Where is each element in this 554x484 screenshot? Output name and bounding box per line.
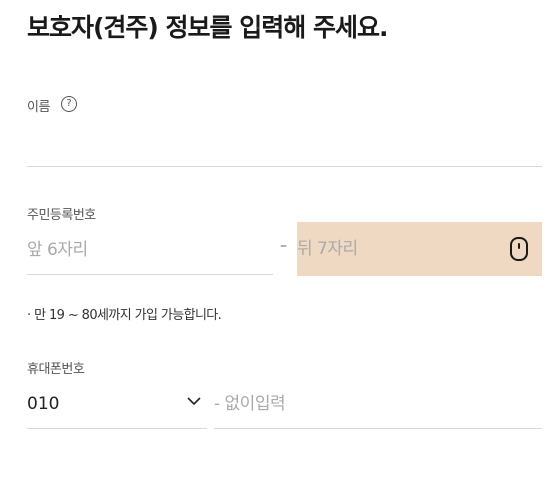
phone-prefix-value: 010 [27, 394, 60, 414]
resident-number-back-field[interactable] [297, 222, 542, 276]
page-title: 보호자(견주) 정보를 입력해 주세요. [27, 13, 388, 42]
age-notice: · 만 19 ~ 80세까지 가입 가능합니다. [27, 308, 222, 323]
question-circle-icon[interactable]: ? [61, 96, 77, 112]
name-input[interactable] [27, 130, 542, 167]
resident-number-separator: – [280, 238, 287, 254]
resident-number-back-input[interactable] [297, 222, 497, 276]
name-label: 이름 [27, 100, 50, 115]
resident-number-label: 주민등록번호 [27, 208, 96, 223]
mouse-icon[interactable] [510, 237, 528, 261]
chevron-down-icon [187, 397, 201, 406]
phone-prefix-select[interactable]: 010 [27, 380, 207, 429]
phone-label: 휴대폰번호 [27, 362, 85, 377]
resident-number-front-input[interactable] [27, 226, 273, 275]
phone-number-input[interactable] [214, 380, 542, 429]
